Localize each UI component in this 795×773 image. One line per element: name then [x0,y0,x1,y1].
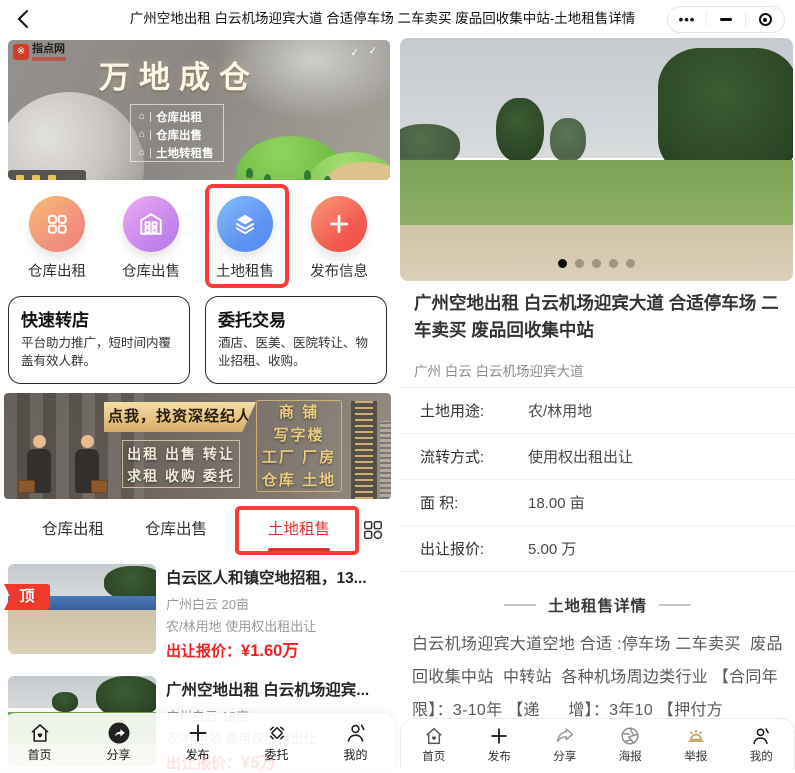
category-land-rent-sale[interactable]: 土地租售 [205,196,285,281]
listing-location: 广州白云 20亩 [166,594,249,613]
city-tower-illustration [380,421,391,499]
home-icon [28,721,52,745]
more-menu-icon[interactable]: ••• [668,7,706,32]
list-tabs: 仓库出租 仓库出售 土地租售 [0,505,395,555]
land-photo-carousel[interactable] [400,38,793,281]
nav-post[interactable]: 发布 [467,725,533,764]
banner-menu-box: ⌂仓库出租 ⌂仓库出售 ⌂土地转租售 [130,104,224,162]
carousel-dot[interactable] [609,259,618,268]
detail-title: 广州空地出租 白云机场迎宾大道 合适停车场 二车卖买 废品回收集中站 [414,290,782,344]
ad-services-box: 出租 出售 转让 求租 收购 委托 [122,440,240,488]
card-quick-transfer[interactable]: 快速转店 平台助力推广，短时间内覆盖有效人群。 [8,296,190,384]
tab-warehouse-rent[interactable]: 仓库出租 [42,505,104,555]
ad-headline: 点我，找资深经纪人 [104,402,256,432]
house-icon: ⌂ [139,112,145,122]
carousel-dot[interactable] [592,259,601,268]
tab-warehouse-sale[interactable]: 仓库出售 [145,505,207,555]
nav-share[interactable]: 分享 [79,721,158,763]
plus-icon [326,211,352,237]
user-icon [344,721,368,745]
nav-poster[interactable]: 海报 [598,725,664,764]
user-icon [750,725,772,747]
share-arrow-icon [554,725,576,747]
attribute-row: 出让报价:5.00 万 [400,526,795,572]
building-icon [138,211,164,237]
listing-title: 白云区人和镇空地招租，13... [166,566,392,588]
bottom-nav: 首页 分享 发布 委托 我的 [0,713,395,770]
nav-home[interactable]: 首页 [401,725,467,764]
hero-banner[interactable]: 1 1 ※ 指点网 ✓ ✓ 万地成仓 ⌂仓库出租 ⌂仓库出售 ⌂土地转租售 [8,40,390,180]
section-header: 土地租售详情 [400,594,795,616]
carousel-dot[interactable] [558,259,567,268]
layers-icon [232,211,258,237]
ad-property-types: 商 铺 写字楼 工厂 厂房 仓库 土地 [256,400,342,492]
share-circle-icon [107,721,131,745]
carousel-dot[interactable] [575,259,584,268]
list-page-panel: 1 1 ※ 指点网 ✓ ✓ 万地成仓 ⌂仓库出租 ⌂仓库出售 ⌂土地转租售 [0,38,395,770]
attribute-row: 土地用途:农/林用地 [400,388,795,434]
close-target-icon[interactable] [746,7,784,32]
banner-title: 万地成仓 [8,52,350,97]
nav-share[interactable]: 分享 [532,725,598,764]
nav-home[interactable]: 首页 [0,721,79,763]
grid-view-icon[interactable] [362,519,384,541]
nav-mine[interactable]: 我的 [729,725,795,764]
detail-description: 白云机场迎宾大道空地 合适 :停车场 二车卖买 废品回收集中站 中转站 各种机场… [412,628,788,727]
plus-icon [488,725,510,747]
warehouse-icon [44,211,70,237]
card-entrusted-trade[interactable]: 委托交易 酒店、医美、医院转让、物业招租、收购。 [205,296,387,384]
category-post-info[interactable]: 发布信息 [299,196,379,281]
carousel-dot[interactable] [626,259,635,268]
attribute-row: 面 积:18.00 亩 [400,480,795,526]
top-badge: 顶 [4,584,50,610]
broker-ad-banner[interactable]: 点我，找资深经纪人 出租 出售 转让 求租 收购 委托 商 铺 写字楼 工厂 厂… [4,393,391,499]
businessman-illustration [24,435,54,493]
house-icon: ⌂ [139,148,145,158]
category-warehouse-rent[interactable]: 仓库出租 [17,196,97,281]
attribute-row: 流转方式:使用权出租出让 [400,434,795,480]
alarm-icon [685,725,707,747]
nav-mine[interactable]: 我的 [316,721,395,763]
minimize-icon[interactable] [707,7,745,32]
carousel-dots [400,259,793,268]
home-icon [423,725,445,747]
back-icon[interactable] [12,7,36,31]
detail-attributes: 土地用途:农/林用地 流转方式:使用权出租出让 面 积:18.00 亩 出让报价… [400,387,795,572]
city-tower-illustration [351,401,377,499]
listing-tags: 农/林用地 使用权出租出让 [166,616,316,635]
nav-post[interactable]: 发布 [158,721,237,763]
handshake-icon [265,721,289,745]
plus-icon [186,721,210,745]
active-tab-underline [268,548,330,552]
nav-report[interactable]: 举报 [663,725,729,764]
detail-location: 广州 白云 白云机场迎宾大道 [414,360,584,380]
category-warehouse-sale[interactable]: 仓库出售 [111,196,191,281]
buildings-illustration: 1 1 [8,92,144,180]
nav-entrust[interactable]: 委托 [237,721,316,763]
window-titlebar: 广州空地出租 白云机场迎宾大道 合适停车场 二车卖买 废品回收集中站-土地租售详… [0,0,795,38]
detail-bottom-nav: 首页 发布 分享 海报 举报 我的 [400,718,795,770]
miniprogram-capsule: ••• [667,6,785,33]
listing-price: 出让报价：¥1.60万 [166,637,299,661]
shutter-icon [619,725,641,747]
house-icon: ⌂ [139,130,145,140]
listing-title: 广州空地出租 白云机场迎宾... [166,678,392,700]
businessman-illustration [72,435,102,493]
page-title: 广州空地出租 白云机场迎宾大道 合适停车场 二车卖买 废品回收集中站-土地租售详… [110,0,655,38]
detail-page-panel: 广州空地出租 白云机场迎宾大道 合适停车场 二车卖买 废品回收集中站 广州 白云… [400,38,795,770]
